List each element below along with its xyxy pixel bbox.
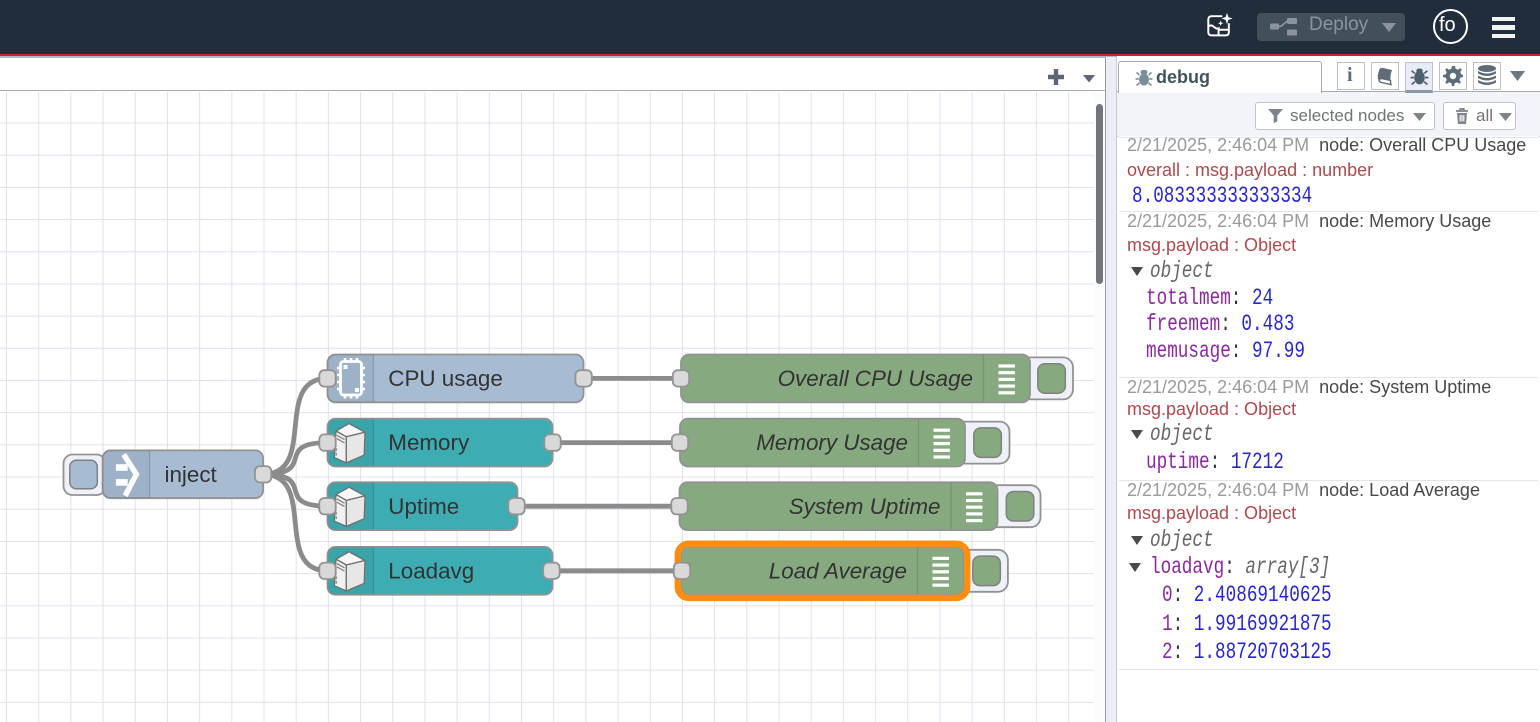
- svg-text:System Uptime: System Uptime: [789, 494, 941, 519]
- svg-text:Uptime: Uptime: [388, 494, 459, 519]
- svg-text:Load Average: Load Average: [769, 558, 907, 583]
- svg-text:CPU usage: CPU usage: [388, 366, 503, 391]
- svg-text:Overall CPU Usage: Overall CPU Usage: [778, 366, 973, 391]
- svg-text:Loadavg: Loadavg: [388, 558, 474, 583]
- svg-text:Memory: Memory: [388, 430, 470, 455]
- svg-text:inject: inject: [165, 462, 218, 487]
- svg-text:Memory Usage: Memory Usage: [756, 430, 908, 455]
